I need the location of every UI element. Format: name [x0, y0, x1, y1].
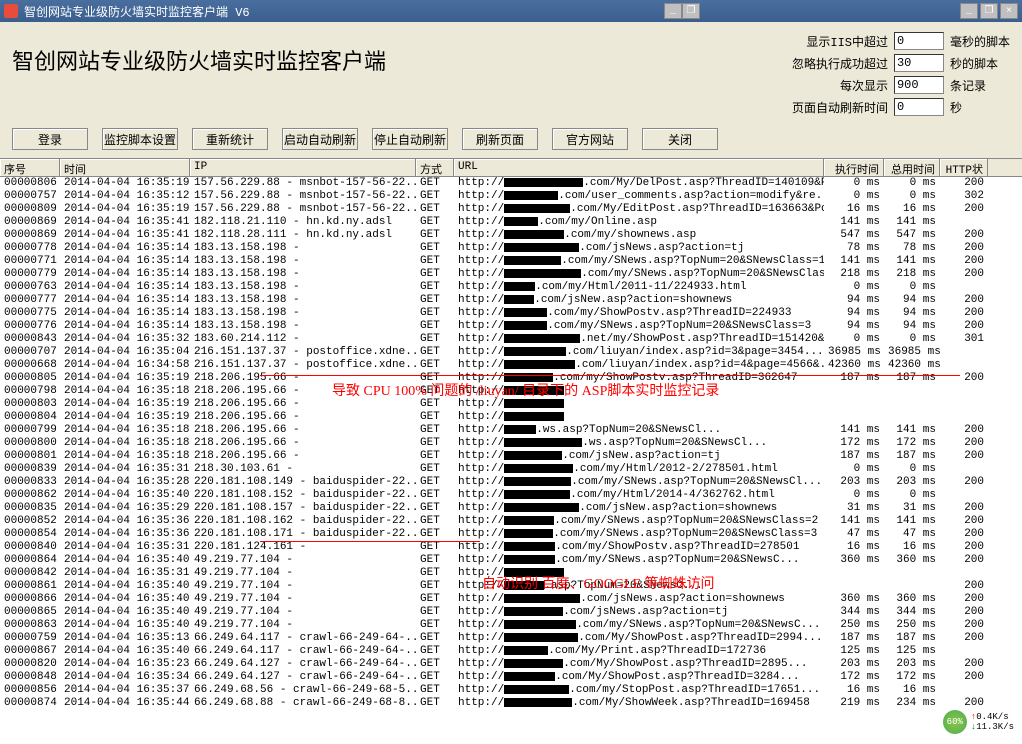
table-row[interactable]: 000008042014-04-04 16:35:19218.206.195.6… — [0, 411, 1022, 424]
table-row[interactable]: 000008642014-04-04 16:35:4049.219.77.104… — [0, 554, 1022, 567]
page-size-label: 每次显示 — [792, 77, 888, 94]
table-row[interactable]: 000008652014-04-04 16:35:4049.219.77.104… — [0, 606, 1022, 619]
table-row[interactable]: 000008692014-04-04 16:35:41182.118.28.11… — [0, 229, 1022, 242]
title-bar: 智创网站专业级防火墙实时监控客户端 V6 _ ❐ _ ❐ × — [0, 0, 1022, 22]
annotation-line-1 — [260, 375, 960, 376]
grid-header: 序号 时间 IP 方式 URL 执行时间 总用时间 HTTP状 — [0, 159, 1022, 177]
table-row[interactable]: 000008092014-04-04 16:35:19157.56.229.88… — [0, 203, 1022, 216]
table-row[interactable]: 000008542014-04-04 16:35:36220.181.108.1… — [0, 528, 1022, 541]
table-row[interactable]: 000008662014-04-04 16:35:4049.219.77.104… — [0, 593, 1022, 606]
refresh-page-button[interactable]: 刷新页面 — [462, 128, 538, 150]
table-row[interactable]: 000008742014-04-04 16:35:4466.249.68.88 … — [0, 697, 1022, 710]
iis-threshold-input[interactable] — [894, 32, 944, 50]
iis-threshold-label: 显示IIS中超过 — [792, 33, 888, 50]
window-title: 智创网站专业级防火墙实时监控客户端 V6 — [24, 3, 664, 20]
auto-refresh-unit: 秒 — [950, 99, 1010, 116]
grid-rows: 000008062014-04-04 16:35:19157.56.229.88… — [0, 177, 1022, 710]
close-window-button[interactable]: × — [1000, 3, 1018, 19]
restore-button[interactable]: ❐ — [980, 3, 998, 19]
table-row[interactable]: 000008062014-04-04 16:35:19157.56.229.88… — [0, 177, 1022, 190]
table-row[interactable]: 000007782014-04-04 16:35:14183.13.158.19… — [0, 242, 1022, 255]
col-time[interactable]: 时间 — [60, 159, 190, 176]
table-row[interactable]: 000008562014-04-04 16:35:3766.249.68.56 … — [0, 684, 1022, 697]
auto-refresh-input[interactable] — [894, 98, 944, 116]
cpu-badge-icon: 60% — [943, 710, 967, 734]
speed-badge: 60% 0.4K/s 11.3K/s — [943, 710, 1014, 734]
table-row[interactable]: 000008692014-04-04 16:35:41182.118.21.11… — [0, 216, 1022, 229]
table-row[interactable]: 000008482014-04-04 16:35:3466.249.64.127… — [0, 671, 1022, 684]
col-method[interactable]: 方式 — [416, 159, 454, 176]
table-row[interactable]: 000007712014-04-04 16:35:14183.13.158.19… — [0, 255, 1022, 268]
table-row[interactable]: 000008432014-04-04 16:35:32183.60.214.11… — [0, 333, 1022, 346]
table-row[interactable]: 000008202014-04-04 16:35:2366.249.64.127… — [0, 658, 1022, 671]
table-row[interactable]: 000007592014-04-04 16:35:1366.249.64.117… — [0, 632, 1022, 645]
table-row[interactable]: 000008522014-04-04 16:35:36220.181.108.1… — [0, 515, 1022, 528]
page-size-input[interactable] — [894, 76, 944, 94]
table-row[interactable]: 000008672014-04-04 16:35:4066.249.64.117… — [0, 645, 1022, 658]
toolbar: 登录 监控脚本设置 重新统计 启动自动刷新 停止自动刷新 刷新页面 官方网站 关… — [0, 122, 1022, 158]
table-row[interactable]: 000007072014-04-04 16:35:04216.151.137.3… — [0, 346, 1022, 359]
ignore-success-label: 忽略执行成功超过 — [792, 55, 888, 72]
table-row[interactable]: 000008352014-04-04 16:35:29220.181.108.1… — [0, 502, 1022, 515]
table-row[interactable]: 000006682014-04-04 16:34:58216.151.137.3… — [0, 359, 1022, 372]
close-button[interactable]: 关闭 — [642, 128, 718, 150]
ignore-success-input[interactable] — [894, 54, 944, 72]
annotation-note-1: 导致 CPU 100% 问题的 /liuyan/ 目录下的 ASP脚本实时监控记… — [332, 380, 719, 400]
table-row[interactable]: 000007572014-04-04 16:35:12157.56.229.88… — [0, 190, 1022, 203]
table-row[interactable]: 000007762014-04-04 16:35:14183.13.158.19… — [0, 320, 1022, 333]
annotation-note-2: 自动识别 百度、GOOGLE 等蜘蛛访问 — [482, 573, 715, 593]
table-row[interactable]: 000007772014-04-04 16:35:14183.13.158.19… — [0, 294, 1022, 307]
table-row[interactable]: 000008002014-04-04 16:35:18218.206.195.6… — [0, 437, 1022, 450]
float-restore-button[interactable]: ❐ — [682, 3, 700, 19]
start-auto-refresh-button[interactable]: 启动自动刷新 — [282, 128, 358, 150]
ignore-success-unit: 秒的脚本 — [950, 55, 1010, 72]
page-title: 智创网站专业级防火墙实时监控客户端 — [12, 32, 792, 116]
app-icon — [4, 4, 18, 18]
iis-threshold-unit: 毫秒的脚本 — [950, 33, 1010, 50]
table-row[interactable]: 000007792014-04-04 16:35:14183.13.158.19… — [0, 268, 1022, 281]
restat-button[interactable]: 重新统计 — [192, 128, 268, 150]
col-ip[interactable]: IP — [190, 159, 416, 176]
col-seq[interactable]: 序号 — [0, 159, 60, 176]
log-grid: 序号 时间 IP 方式 URL 执行时间 总用时间 HTTP状 00000806… — [0, 158, 1022, 744]
table-row[interactable]: 000007992014-04-04 16:35:18218.206.195.6… — [0, 424, 1022, 437]
table-row[interactable]: 000008012014-04-04 16:35:18218.206.195.6… — [0, 450, 1022, 463]
col-url[interactable]: URL — [454, 159, 824, 176]
col-total[interactable]: 总用时间 — [884, 159, 940, 176]
page-size-unit: 条记录 — [950, 77, 1010, 94]
table-row[interactable]: 000008392014-04-04 16:35:31218.30.103.61… — [0, 463, 1022, 476]
table-row[interactable]: 000007632014-04-04 16:35:14183.13.158.19… — [0, 281, 1022, 294]
col-exec[interactable]: 执行时间 — [824, 159, 884, 176]
minimize-button[interactable]: _ — [960, 3, 978, 19]
table-row[interactable]: 000008632014-04-04 16:35:4049.219.77.104… — [0, 619, 1022, 632]
script-settings-button[interactable]: 监控脚本设置 — [102, 128, 178, 150]
settings-panel: 显示IIS中超过 毫秒的脚本 忽略执行成功超过 秒的脚本 每次显示 条记录 页面… — [792, 32, 1010, 116]
table-row[interactable]: 000007752014-04-04 16:35:14183.13.158.19… — [0, 307, 1022, 320]
col-status[interactable]: HTTP状 — [940, 159, 988, 176]
annotation-line-2 — [260, 541, 480, 542]
stop-auto-refresh-button[interactable]: 停止自动刷新 — [372, 128, 448, 150]
table-row[interactable]: 000008332014-04-04 16:35:28220.181.108.1… — [0, 476, 1022, 489]
table-row[interactable]: 000008402014-04-04 16:35:31220.181.124.1… — [0, 541, 1022, 554]
auto-refresh-label: 页面自动刷新时间 — [792, 99, 888, 116]
table-row[interactable]: 000008622014-04-04 16:35:40220.181.108.1… — [0, 489, 1022, 502]
header: 智创网站专业级防火墙实时监控客户端 显示IIS中超过 毫秒的脚本 忽略执行成功超… — [0, 22, 1022, 122]
login-button[interactable]: 登录 — [12, 128, 88, 150]
float-minimize-button[interactable]: _ — [664, 3, 682, 19]
official-site-button[interactable]: 官方网站 — [552, 128, 628, 150]
speed-readout: 0.4K/s 11.3K/s — [971, 712, 1014, 732]
